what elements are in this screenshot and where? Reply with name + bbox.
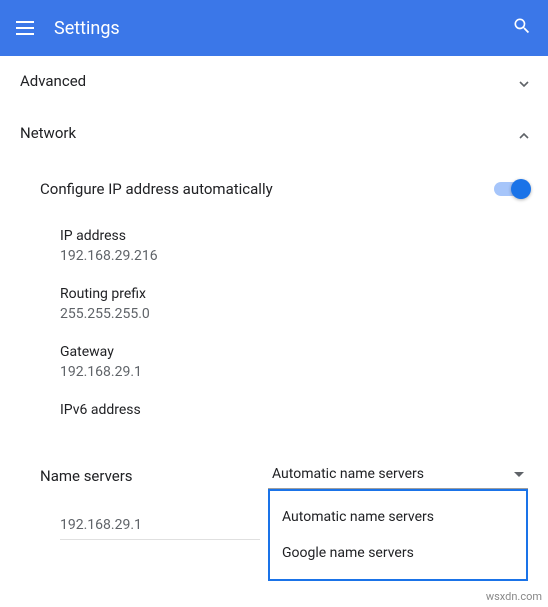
menu-icon[interactable] <box>16 21 34 35</box>
field-routing: Routing prefix 255.255.255.0 <box>60 276 528 334</box>
field-gateway: Gateway 192.168.29.1 <box>60 334 528 392</box>
network-panel: Configure IP address automatically IP ad… <box>0 160 548 560</box>
name-servers-selected-text: Automatic name servers <box>272 466 424 482</box>
name-servers-row: Name servers Automatic name servers Auto… <box>20 434 528 497</box>
watermark: wsxdn.com <box>486 590 542 603</box>
chevron-up-icon <box>518 128 528 138</box>
network-fields: IP address 192.168.29.216 Routing prefix… <box>20 218 528 434</box>
section-advanced-label: Advanced <box>20 72 86 90</box>
chevron-down-icon <box>518 76 528 86</box>
dropdown-triangle-icon <box>514 472 524 477</box>
section-network[interactable]: Network <box>0 106 548 160</box>
name-servers-value: 192.168.29.1 <box>60 517 260 540</box>
section-network-label: Network <box>20 124 76 142</box>
name-servers-select[interactable]: Automatic name servers Automatic name se… <box>268 462 528 489</box>
routing-label: Routing prefix <box>60 286 528 302</box>
auto-ip-toggle[interactable] <box>494 182 528 196</box>
name-servers-label: Name servers <box>40 467 268 485</box>
search-icon[interactable] <box>512 16 532 40</box>
option-automatic[interactable]: Automatic name servers <box>270 499 526 535</box>
ip-label: IP address <box>60 228 528 244</box>
ip-value: 192.168.29.216 <box>60 248 528 264</box>
ipv6-label: IPv6 address <box>60 402 528 418</box>
auto-ip-row: Configure IP address automatically <box>20 160 528 218</box>
field-ip: IP address 192.168.29.216 <box>60 218 528 276</box>
name-servers-selected[interactable]: Automatic name servers <box>268 462 528 489</box>
app-header: Settings <box>0 0 548 56</box>
field-ipv6: IPv6 address <box>60 392 528 434</box>
toggle-knob <box>511 179 531 199</box>
gateway-value: 192.168.29.1 <box>60 364 528 380</box>
page-title: Settings <box>54 18 512 39</box>
section-advanced[interactable]: Advanced <box>0 56 548 106</box>
gateway-label: Gateway <box>60 344 528 360</box>
routing-value: 255.255.255.0 <box>60 306 528 322</box>
option-google[interactable]: Google name servers <box>270 535 526 571</box>
name-servers-dropdown: Automatic name servers Google name serve… <box>268 489 528 581</box>
settings-content: Advanced Network Configure IP address au… <box>0 56 548 560</box>
auto-ip-label: Configure IP address automatically <box>40 180 273 198</box>
